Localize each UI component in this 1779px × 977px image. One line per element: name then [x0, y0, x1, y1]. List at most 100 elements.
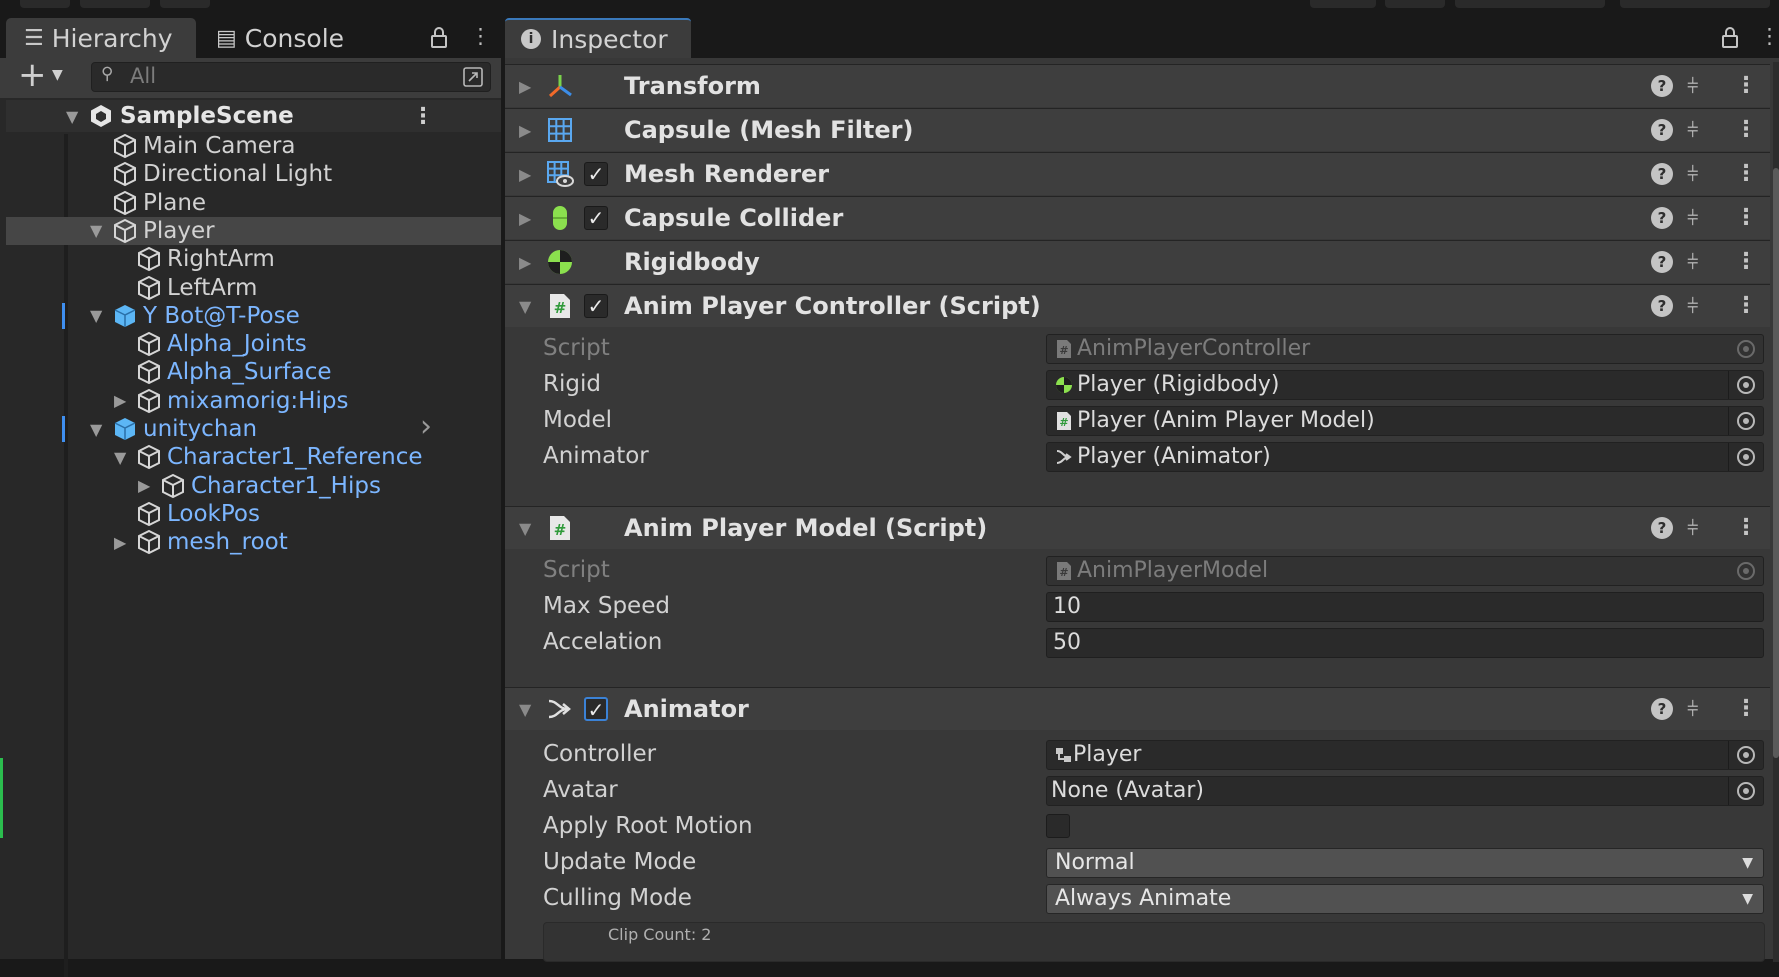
enabled-checkbox[interactable]: ✓: [584, 162, 608, 186]
preset-icon[interactable]: ⫩: [1687, 697, 1698, 721]
preset-icon[interactable]: ⫩: [1687, 206, 1698, 230]
component-transform[interactable]: ▶ Transform ? ⫩ ⋮: [505, 64, 1770, 107]
expand-triangle-icon[interactable]: ▶: [114, 391, 126, 410]
expand-triangle-icon[interactable]: ▶: [519, 77, 531, 96]
max-speed-input[interactable]: 10: [1046, 592, 1764, 622]
hierarchy-item[interactable]: ▶ Character1_Hips: [6, 472, 501, 500]
component-mesh-renderer[interactable]: ▶ ✓ Mesh Renderer ? ⫩ ⋮: [505, 152, 1770, 195]
component-menu-icon[interactable]: ⋮: [1735, 73, 1757, 98]
apply-root-motion-checkbox[interactable]: [1046, 814, 1070, 838]
component-anim-player-controller[interactable]: ▼ # ✓ Anim Player Controller (Script) ? …: [505, 284, 1770, 327]
expand-triangle-icon[interactable]: ▶: [138, 476, 150, 495]
hierarchy-item[interactable]: LeftArm: [6, 274, 501, 302]
enabled-checkbox[interactable]: ✓: [584, 697, 608, 721]
model-field[interactable]: # Player (Anim Player Model): [1046, 406, 1764, 436]
hierarchy-item[interactable]: Alpha_Joints: [6, 330, 501, 358]
collapse-triangle-icon[interactable]: ▼: [90, 306, 102, 325]
hierarchy-item[interactable]: ▼ Player: [6, 216, 501, 245]
avatar-field[interactable]: None (Avatar): [1046, 776, 1764, 806]
expand-triangle-icon[interactable]: ▶: [519, 253, 531, 272]
component-menu-icon[interactable]: ⋮: [1735, 249, 1757, 274]
search-input[interactable]: ⚲ All: [91, 62, 491, 92]
collapse-triangle-icon[interactable]: ▼: [519, 700, 531, 719]
component-menu-icon[interactable]: ⋮: [1735, 205, 1757, 230]
component-anim-player-model[interactable]: ▼ # Anim Player Model (Script) ? ⫩ ⋮: [505, 506, 1770, 549]
hierarchy-item[interactable]: LookPos: [6, 500, 501, 528]
toolbar-button[interactable]: [1455, 0, 1605, 8]
object-picker-icon[interactable]: [1737, 448, 1755, 466]
component-menu-icon[interactable]: ⋮: [1735, 293, 1757, 318]
toolbar-button[interactable]: [1385, 0, 1445, 8]
object-picker-icon[interactable]: [1737, 746, 1755, 764]
collapse-triangle-icon[interactable]: ▼: [519, 297, 531, 316]
tab-hierarchy[interactable]: ☰ Hierarchy: [6, 18, 196, 58]
lock-icon[interactable]: [1721, 27, 1739, 49]
preset-icon[interactable]: ⫩: [1687, 294, 1698, 318]
accelation-input[interactable]: 50: [1046, 628, 1764, 658]
toolbar-button[interactable]: [80, 0, 150, 8]
chevron-down-icon[interactable]: ▼: [52, 67, 63, 83]
scene-row[interactable]: ▼ SampleScene ⋮: [6, 100, 501, 132]
preset-icon[interactable]: ⫩: [1687, 162, 1698, 186]
expand-triangle-icon[interactable]: ▶: [519, 121, 531, 140]
expand-triangle-icon[interactable]: ▼: [66, 107, 78, 126]
hierarchy-item[interactable]: ▶ mesh_root: [6, 528, 501, 556]
help-icon[interactable]: ?: [1651, 163, 1673, 185]
toolbar-button[interactable]: [1620, 0, 1770, 8]
update-mode-dropdown[interactable]: Normal ▼: [1046, 848, 1764, 878]
lock-icon[interactable]: [430, 27, 448, 49]
rigid-field[interactable]: Player (Rigidbody): [1046, 370, 1764, 400]
help-icon[interactable]: ?: [1651, 119, 1673, 141]
component-mesh-filter[interactable]: ▶ Capsule (Mesh Filter) ? ⫩ ⋮: [505, 108, 1770, 151]
hierarchy-item[interactable]: Main Camera: [6, 132, 501, 160]
hierarchy-item[interactable]: Plane: [6, 189, 501, 217]
hierarchy-item[interactable]: Alpha_Surface: [6, 358, 501, 386]
controller-field[interactable]: Player: [1046, 740, 1764, 770]
component-rigidbody[interactable]: ▶ Rigidbody ? ⫩ ⋮: [505, 240, 1770, 283]
tab-console[interactable]: ▤ Console: [216, 18, 344, 58]
hierarchy-item[interactable]: ▼ unitychan ›: [6, 409, 501, 444]
help-icon[interactable]: ?: [1651, 698, 1673, 720]
preset-icon[interactable]: ⫩: [1687, 118, 1698, 142]
scene-visibility-icon[interactable]: [462, 66, 484, 88]
help-icon[interactable]: ?: [1651, 251, 1673, 273]
toolbar-button[interactable]: [160, 0, 210, 8]
scene-menu-icon[interactable]: ⋮: [412, 104, 434, 129]
kebab-menu-icon[interactable]: ⋮: [1759, 24, 1779, 48]
collapse-triangle-icon[interactable]: ▼: [90, 221, 102, 240]
object-picker-icon[interactable]: [1737, 412, 1755, 430]
add-button[interactable]: +: [18, 55, 47, 95]
preset-icon[interactable]: ⫩: [1687, 516, 1698, 540]
collapse-triangle-icon[interactable]: ▼: [114, 448, 126, 467]
help-icon[interactable]: ?: [1651, 75, 1673, 97]
animator-field[interactable]: Player (Animator): [1046, 442, 1764, 472]
kebab-menu-icon[interactable]: ⋮: [470, 24, 491, 48]
tab-inspector[interactable]: i Inspector: [505, 18, 691, 58]
toolbar-button[interactable]: [20, 0, 70, 8]
object-picker-icon[interactable]: [1737, 782, 1755, 800]
component-animator[interactable]: ▼ ✓ Animator ? ⫩ ⋮: [505, 687, 1770, 730]
open-prefab-arrow-icon[interactable]: ›: [420, 409, 432, 444]
component-capsule-collider[interactable]: ▶ ✓ Capsule Collider ? ⫩ ⋮: [505, 196, 1770, 239]
help-icon[interactable]: ?: [1651, 207, 1673, 229]
component-menu-icon[interactable]: ⋮: [1735, 161, 1757, 186]
hierarchy-item[interactable]: ▼ Character1_Reference: [6, 443, 501, 471]
expand-triangle-icon[interactable]: ▶: [519, 165, 531, 184]
enabled-checkbox[interactable]: ✓: [584, 206, 608, 230]
enabled-checkbox[interactable]: ✓: [584, 294, 608, 318]
help-icon[interactable]: ?: [1651, 517, 1673, 539]
help-icon[interactable]: ?: [1651, 295, 1673, 317]
component-menu-icon[interactable]: ⋮: [1735, 117, 1757, 142]
inspector-scrollbar-thumb[interactable]: [1773, 168, 1779, 758]
hierarchy-item[interactable]: RightArm: [6, 245, 501, 273]
object-picker-icon[interactable]: [1737, 376, 1755, 394]
hierarchy-item[interactable]: ▼ Y Bot@T-Pose: [6, 302, 501, 330]
component-menu-icon[interactable]: ⋮: [1735, 696, 1757, 721]
preset-icon[interactable]: ⫩: [1687, 74, 1698, 98]
culling-mode-dropdown[interactable]: Always Animate ▼: [1046, 884, 1764, 914]
component-menu-icon[interactable]: ⋮: [1735, 515, 1757, 540]
expand-triangle-icon[interactable]: ▶: [114, 533, 126, 552]
toolbar-button[interactable]: [1310, 0, 1376, 8]
expand-triangle-icon[interactable]: ▶: [519, 209, 531, 228]
collapse-triangle-icon[interactable]: ▼: [90, 420, 102, 439]
